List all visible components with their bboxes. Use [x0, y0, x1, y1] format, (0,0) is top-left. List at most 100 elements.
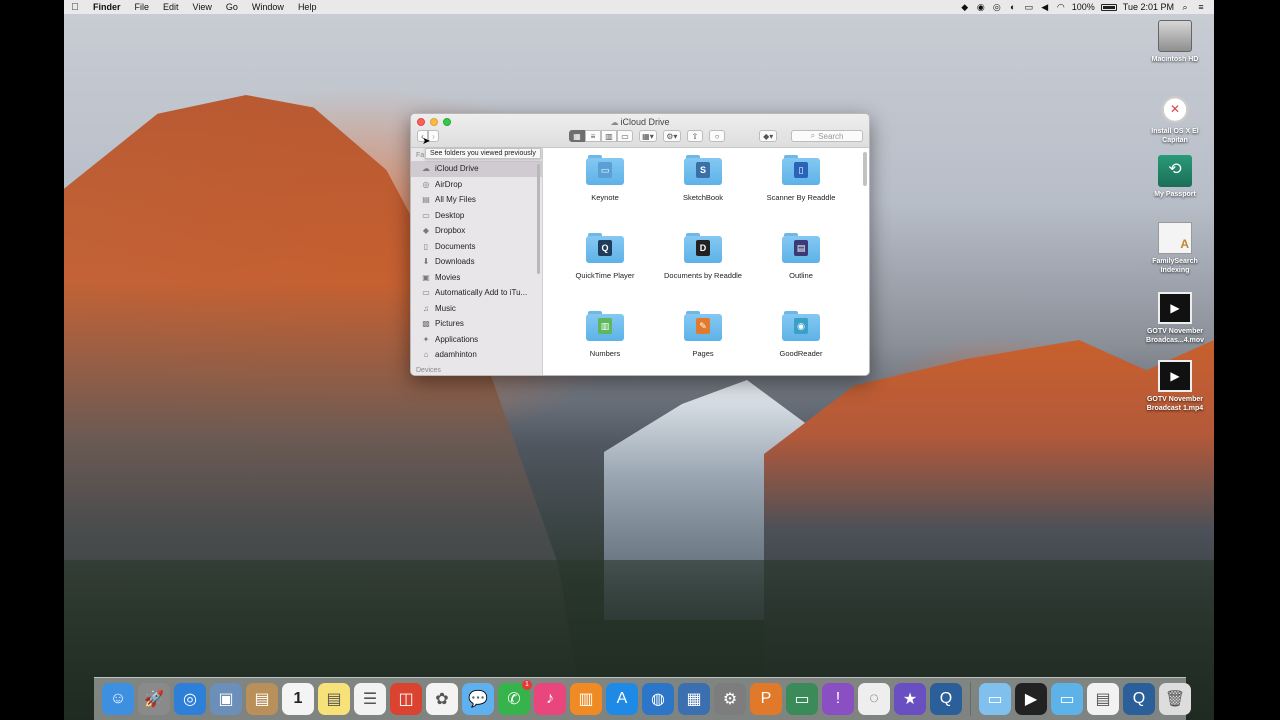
- arrange-button[interactable]: ▦▾: [639, 130, 657, 142]
- sidebar-item-airdrop[interactable]: ◎ AirDrop: [411, 177, 542, 193]
- folder-icon: S: [684, 155, 722, 185]
- file-item[interactable]: ◉ GoodReader: [752, 311, 850, 373]
- file-item[interactable]: S SketchBook: [654, 155, 752, 217]
- battery-percent[interactable]: 100%: [1072, 2, 1095, 12]
- folder-icon[interactable]: ▭: [979, 683, 1011, 715]
- calendar-icon[interactable]: 1: [282, 683, 314, 715]
- quicktime-file-icon[interactable]: Q: [1123, 683, 1155, 715]
- file-item[interactable]: ▯ Scanner By Readdle: [752, 155, 850, 217]
- messages-icon[interactable]: 💬: [462, 683, 494, 715]
- file-item[interactable]: Q QuickTime Player: [556, 233, 654, 295]
- quicktime-icon[interactable]: Q: [930, 683, 962, 715]
- home-icon: ⌂: [423, 350, 429, 360]
- search-field[interactable]: ⌕ Search: [791, 130, 864, 142]
- apple-logo-icon[interactable]: : [64, 2, 86, 13]
- sidebar-item-automatically-add[interactable]: ▭ Automatically Add to iTu...: [411, 285, 542, 301]
- dropbox-status-icon[interactable]: ◆: [960, 2, 970, 12]
- sidebar-item-home[interactable]: ⌂ adamhinton: [411, 347, 542, 363]
- desktop-icon-gotv-mp4[interactable]: ▶ GOTV November Broadcast 1.mp4: [1140, 360, 1210, 413]
- desktop-icon-label: GOTV November Broadcast 1.mp4: [1146, 396, 1204, 412]
- document-icon[interactable]: ▤: [1087, 683, 1119, 715]
- safari-icon[interactable]: ◎: [174, 683, 206, 715]
- ibooks-icon[interactable]: ▥: [570, 683, 602, 715]
- menu-edit[interactable]: Edit: [156, 2, 186, 12]
- file-item[interactable]: ▭ Keynote: [556, 155, 654, 217]
- notification-center-icon[interactable]: ≡: [1196, 2, 1206, 12]
- volume-icon[interactable]: ◀: [1040, 2, 1050, 12]
- content-scrollbar[interactable]: [863, 152, 867, 186]
- itunes-icon[interactable]: ♪: [534, 683, 566, 715]
- trash-icon[interactable]: 🗑: [1159, 683, 1191, 715]
- globe-icon[interactable]: ◍: [642, 683, 674, 715]
- notes-icon[interactable]: ▤: [318, 683, 350, 715]
- launchpad-icon[interactable]: 🚀: [138, 683, 170, 715]
- movie-file-icon[interactable]: ▶: [1015, 683, 1047, 715]
- window-titlebar[interactable]: ☁ iCloud Drive ‹ › ▦ ≡ ▥ ▭ ▦▾ ⚙▾ ⇧ ○ ◆▾ ⌕…: [411, 114, 869, 148]
- sidebar-scrollbar[interactable]: [537, 164, 540, 274]
- photo-booth-icon[interactable]: ◫: [390, 683, 422, 715]
- photos-icon[interactable]: ✿: [426, 683, 458, 715]
- menu-clock[interactable]: Tue 2:01 PM: [1123, 2, 1174, 12]
- desktop-icon-familysearch[interactable]: FamilySearch Indexing: [1140, 222, 1210, 275]
- sidebar-item-movies[interactable]: ▣ Movies: [411, 270, 542, 286]
- desktop-icon-installer[interactable]: Install OS X El Capitan: [1140, 92, 1210, 145]
- sidebar-item-pictures[interactable]: ▩ Pictures: [411, 316, 542, 332]
- airplay-icon[interactable]: ▭: [1024, 2, 1034, 12]
- action-gear-button[interactable]: ⚙▾: [662, 130, 681, 142]
- contacts-icon[interactable]: ▤: [246, 683, 278, 715]
- desktop-icon: ▭: [422, 210, 430, 220]
- sidebar-item-label: All My Files: [435, 195, 476, 205]
- desktop-icon-my-passport[interactable]: ⟲ My Passport: [1140, 155, 1210, 199]
- movie-file-icon: ▶: [1158, 292, 1192, 324]
- sidebar-item-music[interactable]: ♫ Music: [411, 301, 542, 317]
- sidebar-item-all-my-files[interactable]: ▤ All My Files: [411, 192, 542, 208]
- preview-icon[interactable]: ▣: [210, 683, 242, 715]
- sidebar-item-documents[interactable]: ▯ Documents: [411, 239, 542, 255]
- sidebar-item-dropbox[interactable]: ◆ Dropbox: [411, 223, 542, 239]
- finder-icon[interactable]: ☺: [102, 683, 134, 715]
- spotlight-icon[interactable]: ⌕: [1180, 2, 1190, 12]
- dropbox-toolbar-button[interactable]: ◆▾: [759, 130, 778, 142]
- list-view-button[interactable]: ≡: [585, 130, 601, 142]
- imovie-icon[interactable]: ★: [894, 683, 926, 715]
- spinner-icon[interactable]: ◌: [858, 683, 890, 715]
- document-icon: [1158, 222, 1192, 254]
- keynote-icon[interactable]: ▦: [678, 683, 710, 715]
- reminders-icon[interactable]: ☰: [354, 683, 386, 715]
- sidebar-item-desktop[interactable]: ▭ Desktop: [411, 208, 542, 224]
- share-button[interactable]: ⇧: [686, 130, 704, 142]
- screen-app-icon[interactable]: ▭: [786, 683, 818, 715]
- sidebar-item-icloud-drive[interactable]: ☁ iCloud Drive: [411, 161, 542, 177]
- eye-status-icon[interactable]: ◐: [1008, 2, 1018, 12]
- sidebar-item-applications[interactable]: ✦ Applications: [411, 332, 542, 348]
- sidebar-item-downloads[interactable]: ⬇ Downloads: [411, 254, 542, 270]
- battery-icon[interactable]: [1100, 3, 1117, 11]
- app-badge-icon: S: [696, 162, 710, 178]
- file-item[interactable]: D Documents by Readdle: [654, 233, 752, 295]
- column-view-button[interactable]: ▥: [601, 130, 617, 142]
- app-store-icon[interactable]: A: [606, 683, 638, 715]
- menu-go[interactable]: Go: [219, 2, 245, 12]
- tags-button[interactable]: ○: [709, 130, 726, 142]
- file-item[interactable]: ✎ Pages: [654, 311, 752, 373]
- menu-window[interactable]: Window: [245, 2, 291, 12]
- icon-view-button[interactable]: ▦: [569, 130, 585, 142]
- facetime-icon[interactable]: ✆ 1: [498, 680, 532, 715]
- desktop-icon-macintosh-hd[interactable]: Macintosh HD: [1140, 20, 1210, 64]
- record-status-icon[interactable]: ◉: [976, 2, 986, 12]
- system-preferences-icon[interactable]: ⚙: [714, 683, 746, 715]
- desktop-icon-gotv-mov[interactable]: ▶ GOTV November Broadcas...4.mov: [1140, 292, 1210, 345]
- wifi-icon[interactable]: ◠: [1056, 2, 1066, 12]
- app-icon[interactable]: P: [750, 683, 782, 715]
- menu-view[interactable]: View: [186, 2, 219, 12]
- menu-file[interactable]: File: [128, 2, 157, 12]
- file-item[interactable]: ▥ Numbers: [556, 311, 654, 373]
- sync-status-icon[interactable]: ◎: [992, 2, 1002, 12]
- file-item[interactable]: ▤ Outline: [752, 233, 850, 295]
- menu-finder[interactable]: Finder: [86, 2, 128, 12]
- folder-icon[interactable]: ▭: [1051, 683, 1083, 715]
- menu-help[interactable]: Help: [291, 2, 324, 12]
- cover-flow-button[interactable]: ▭: [617, 130, 633, 142]
- window-title: ☁ iCloud Drive: [411, 117, 869, 127]
- help-icon[interactable]: !: [822, 683, 854, 715]
